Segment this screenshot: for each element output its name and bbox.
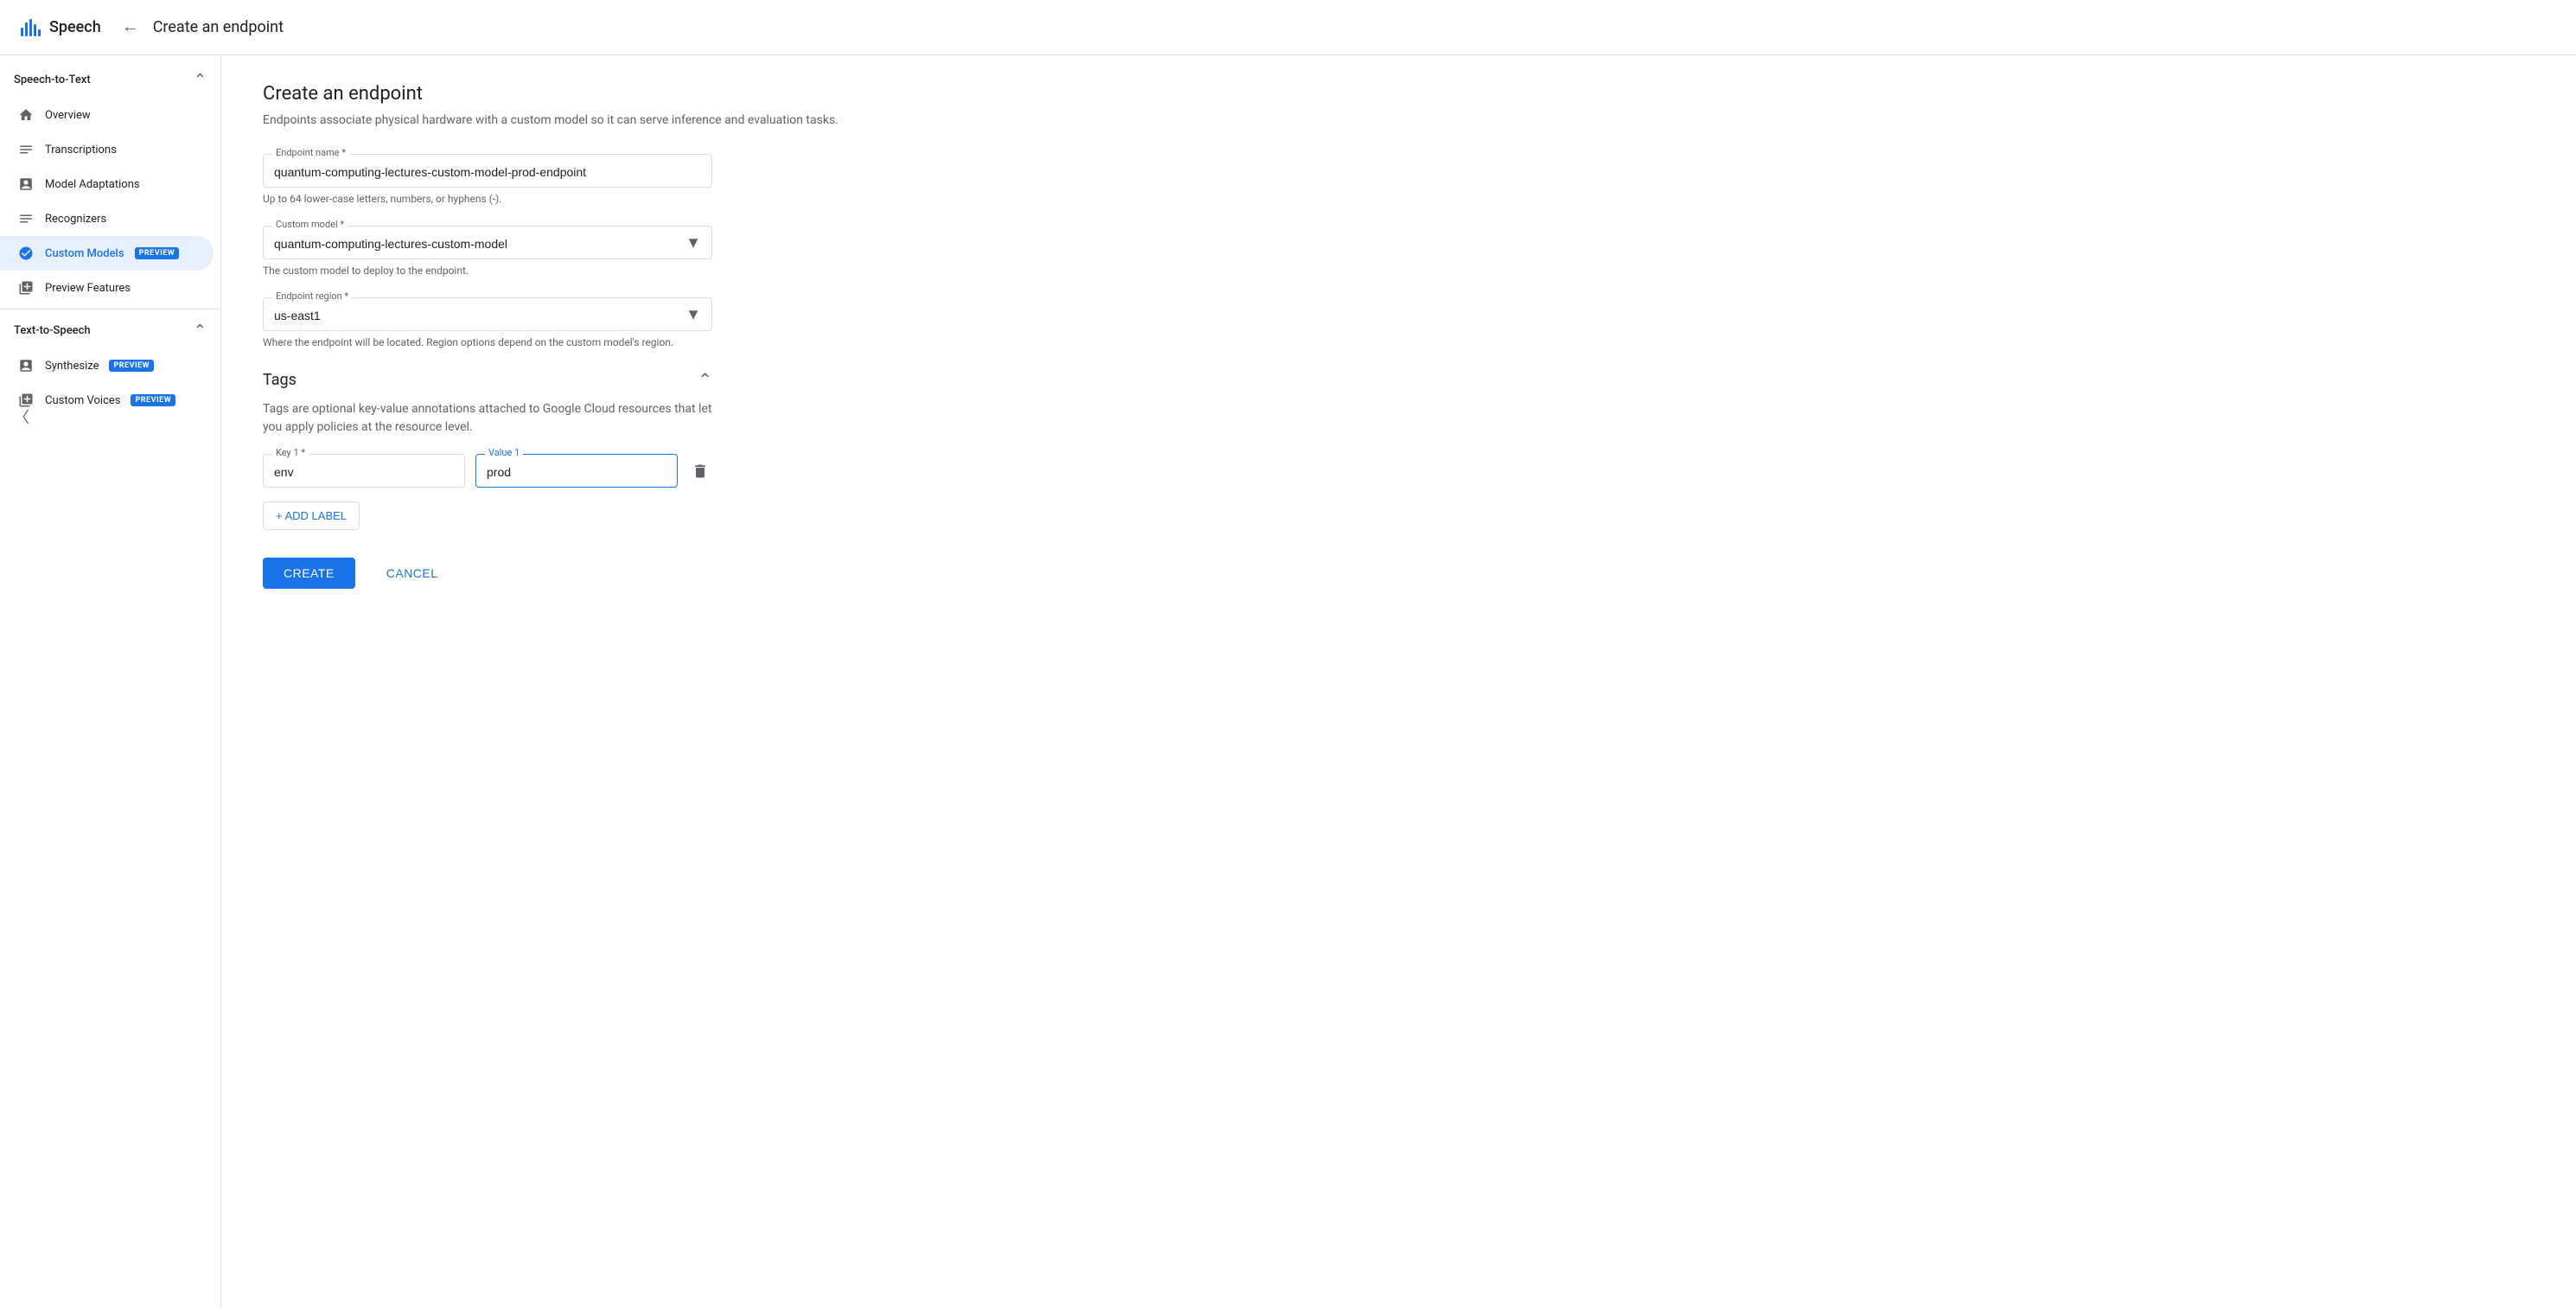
tags-collapse-icon[interactable]: ⌃: [698, 369, 712, 390]
speech-to-text-label: Speech-to-Text: [14, 73, 91, 86]
back-button[interactable]: ←: [118, 14, 143, 41]
tag-key-field: Key 1 *: [263, 454, 465, 488]
endpoint-region-select[interactable]: us-east1 us-central1 europe-west1: [274, 305, 701, 322]
custom-models-preview-badge: PREVIEW: [135, 247, 180, 259]
delete-tag-button[interactable]: [688, 459, 712, 483]
app-logo: Speech: [21, 18, 101, 36]
speech-to-text-chevron-icon: ⌃: [194, 71, 207, 89]
tag-key-input[interactable]: [274, 462, 454, 479]
endpoint-name-hint: Up to 64 lower-case letters, numbers, or…: [263, 193, 712, 205]
recognizers-label: Recognizers: [45, 213, 106, 226]
speech-logo-icon: [21, 19, 41, 36]
sidebar-footer: 〈: [0, 418, 220, 452]
endpoint-region-hint: Where the endpoint will be located. Regi…: [263, 336, 712, 348]
transcriptions-icon: [17, 141, 35, 158]
model-adaptations-label: Model Adaptations: [45, 178, 140, 191]
text-to-speech-chevron-icon: ⌃: [194, 322, 207, 340]
sidebar-item-overview[interactable]: Overview: [0, 98, 214, 132]
custom-voices-preview-badge: PREVIEW: [131, 394, 175, 406]
create-button[interactable]: CREATE: [263, 558, 355, 589]
tag-value-field: Value 1: [475, 454, 678, 488]
sidebar-item-preview-features[interactable]: Preview Features: [0, 271, 214, 305]
custom-models-icon: [17, 245, 35, 262]
home-icon: [17, 106, 35, 124]
top-bar-title: Create an endpoint: [153, 18, 284, 36]
transcriptions-label: Transcriptions: [45, 144, 117, 156]
recognizers-icon: [17, 210, 35, 227]
page-description: Endpoints associate physical hardware wi…: [263, 112, 2535, 130]
sidebar-item-transcriptions[interactable]: Transcriptions: [0, 132, 214, 167]
preview-features-icon: [17, 279, 35, 297]
endpoint-name-group: Endpoint name * Up to 64 lower-case lett…: [263, 154, 712, 205]
overview-label: Overview: [45, 109, 91, 122]
page-title: Create an endpoint: [263, 83, 2535, 105]
main-content: Create an endpoint Endpoints associate p…: [221, 55, 2576, 1308]
custom-voices-label: Custom Voices: [45, 394, 120, 407]
synthesize-label: Synthesize: [45, 360, 99, 373]
tags-description: Tags are optional key-value annotations …: [263, 400, 712, 437]
synthesize-icon: [17, 357, 35, 374]
custom-model-select[interactable]: quantum-computing-lectures-custom-model: [274, 233, 701, 251]
text-to-speech-section[interactable]: Text-to-Speech ⌃: [0, 313, 220, 348]
text-to-speech-label: Text-to-Speech: [14, 324, 91, 337]
app-name: Speech: [49, 18, 101, 36]
speech-to-text-section[interactable]: Speech-to-Text ⌃: [0, 62, 220, 98]
endpoint-region-label: Endpoint region *: [272, 290, 352, 302]
sidebar-item-synthesize[interactable]: Synthesize PREVIEW: [0, 348, 214, 383]
sidebar: Speech-to-Text ⌃ Overview Transcriptions…: [0, 55, 221, 1308]
synthesize-preview-badge: PREVIEW: [109, 360, 154, 372]
tags-title: Tags: [263, 371, 296, 389]
endpoint-name-input[interactable]: [274, 162, 701, 179]
custom-models-label: Custom Models: [45, 247, 124, 260]
tag-row: Key 1 * Value 1: [263, 454, 712, 488]
custom-model-field: Custom model * quantum-computing-lecture…: [263, 226, 712, 259]
sidebar-item-model-adaptations[interactable]: Model Adaptations: [0, 167, 214, 201]
custom-model-label: Custom model *: [272, 219, 348, 230]
tags-section: Tags ⌃ Tags are optional key-value annot…: [263, 369, 712, 530]
endpoint-name-field: Endpoint name *: [263, 154, 712, 188]
endpoint-region-field: Endpoint region * us-east1 us-central1 e…: [263, 297, 712, 331]
sidebar-item-recognizers[interactable]: Recognizers: [0, 201, 214, 236]
tag-key-label: Key 1 *: [272, 447, 309, 458]
model-adaptations-icon: [17, 175, 35, 193]
top-bar: Speech ← Create an endpoint: [0, 0, 2576, 55]
custom-model-hint: The custom model to deploy to the endpoi…: [263, 265, 712, 277]
preview-features-label: Preview Features: [45, 282, 131, 295]
tag-value-input[interactable]: [487, 462, 666, 479]
custom-model-group: Custom model * quantum-computing-lecture…: [263, 226, 712, 277]
sidebar-item-custom-models[interactable]: Custom Models PREVIEW: [0, 236, 214, 271]
cancel-button[interactable]: CANCEL: [366, 558, 459, 589]
tag-value-label: Value 1: [485, 447, 523, 458]
tags-header: Tags ⌃: [263, 369, 712, 390]
endpoint-region-group: Endpoint region * us-east1 us-central1 e…: [263, 297, 712, 348]
action-row: CREATE CANCEL: [263, 558, 2535, 589]
layout: Speech-to-Text ⌃ Overview Transcriptions…: [0, 55, 2576, 1308]
sidebar-collapse-button[interactable]: 〈: [0, 399, 43, 435]
endpoint-name-label: Endpoint name *: [272, 147, 349, 158]
add-label-button[interactable]: + ADD LABEL: [263, 501, 360, 530]
